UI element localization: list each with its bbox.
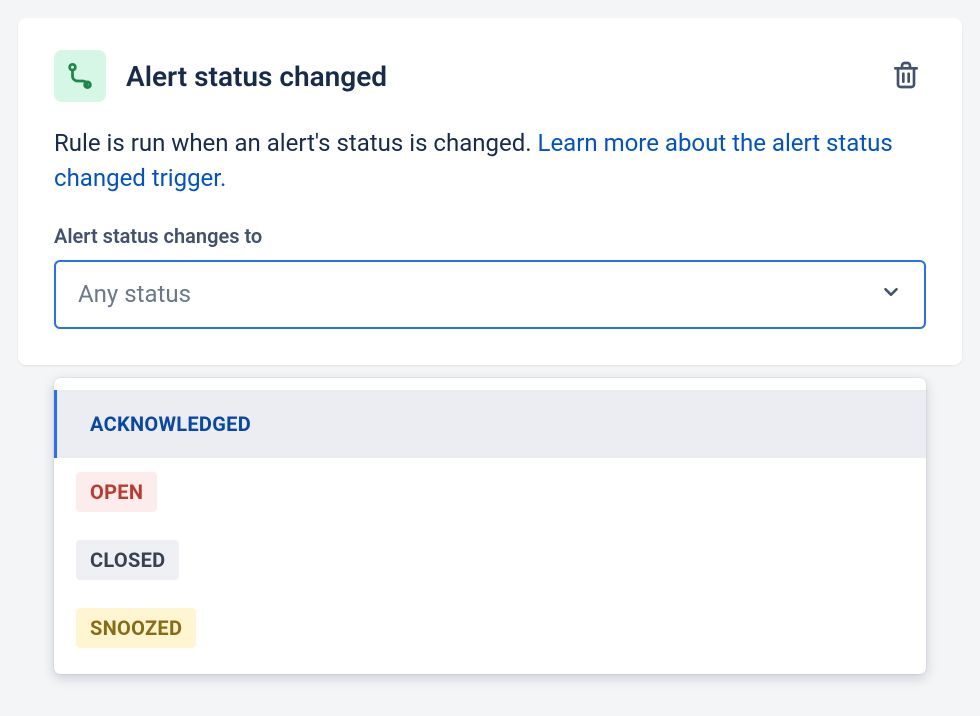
description: Rule is run when an alert's status is ch… [54,126,926,196]
trigger-icon [54,50,106,102]
chevron-down-icon [880,281,902,307]
status-chip-closed: CLOSED [76,540,179,580]
option-closed[interactable]: CLOSED [54,526,926,594]
field-label: Alert status changes to [54,224,926,248]
trash-icon [890,59,922,94]
delete-button[interactable] [886,55,926,98]
status-chip-snoozed: SNOOZED [76,608,196,648]
select-placeholder: Any status [78,280,191,308]
trigger-card: Alert status changed Rule is run when an… [18,18,962,365]
status-dropdown: ACKNOWLEDGED OPEN CLOSED SNOOZED [54,378,926,674]
option-snoozed[interactable]: SNOOZED [54,594,926,662]
status-chip-open: OPEN [76,472,157,512]
status-chip-acknowledged: ACKNOWLEDGED [76,404,265,444]
description-text: Rule is run when an alert's status is ch… [54,129,538,157]
option-open[interactable]: OPEN [54,458,926,526]
card-header: Alert status changed [54,50,926,102]
option-acknowledged[interactable]: ACKNOWLEDGED [54,390,926,458]
status-select[interactable]: Any status [54,260,926,329]
card-title: Alert status changed [126,60,866,93]
